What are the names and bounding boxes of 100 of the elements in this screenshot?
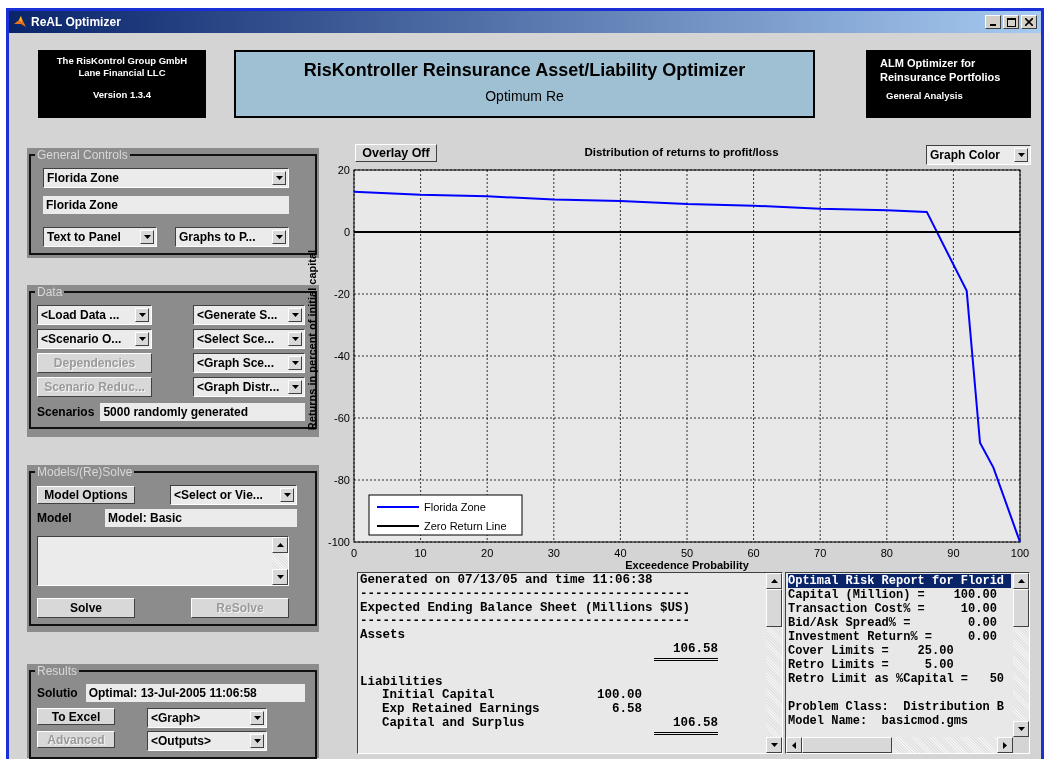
results-dropdown[interactable]: <Graph> (147, 708, 267, 728)
risk-report-line: Transaction Cost% = 10.00 (788, 602, 998, 616)
scroll-down-icon (1017, 727, 1025, 731)
product-text: General Analysis (885, 89, 964, 103)
close-icon (1025, 18, 1033, 26)
vendor-text: Lane Financial LLC (77, 67, 167, 79)
app-heading: RisKontroller Reinsurance Asset/Liability Optimizer (302, 60, 747, 81)
caret-icon (283, 493, 291, 497)
y-tick-label: -60 (334, 412, 350, 424)
x-tick-label: 10 (414, 547, 427, 559)
output-dropdown[interactable]: Graphs to P... (175, 227, 289, 247)
caret-icon (275, 176, 283, 180)
risk-report-listbox[interactable] (785, 572, 1030, 754)
report-total: 106.58 (673, 642, 718, 656)
x-tick-label: 60 (747, 547, 760, 559)
results-dropdown[interactable]: <Outputs> (147, 731, 267, 751)
maximize-button[interactable] (1003, 15, 1019, 29)
caret-icon (291, 337, 299, 341)
risk-report-line: Investment Return% = 0.00 (788, 630, 998, 644)
scroll-thumb[interactable] (1013, 589, 1029, 627)
overlay-button[interactable]: Overlay Off (355, 144, 437, 162)
scroll-down-icon (770, 743, 778, 747)
vendor-text: The RisKontrol Group GmbH (55, 55, 189, 67)
notes-textarea[interactable] (37, 536, 289, 586)
zone-dropdown[interactable]: Florida Zone (43, 168, 289, 188)
x-tick-label: 70 (814, 547, 827, 559)
x-tick-label: 50 (680, 547, 694, 559)
graph-color-dropdown[interactable]: Graph Color (926, 145, 1031, 165)
results-button[interactable]: To Excel (37, 708, 115, 725)
output-dropdown[interactable]: Text to Panel (43, 227, 157, 247)
x-tick-label: 30 (547, 547, 560, 559)
maximize-icon (1006, 17, 1016, 27)
x-tick-label: 80 (880, 547, 893, 559)
product-text: Reinsurance Portfolios (880, 70, 1002, 84)
panel-legend: Models/(Re)Solve (35, 465, 135, 479)
caret-icon (291, 361, 299, 365)
vendor-text: Version 1.3.4 (91, 89, 153, 101)
report-amount: 6.58 (612, 702, 642, 717)
caret-icon (253, 716, 261, 720)
y-tick-label: -100 (327, 536, 350, 548)
horizontal-scrollbar[interactable] (786, 737, 1029, 753)
app-subtitle: Optimum Re (484, 88, 565, 104)
scenarios-field[interactable]: 5000 randomly generated (100, 403, 305, 421)
panel-legend: Results (35, 664, 79, 678)
caret-icon (253, 739, 261, 743)
model-options-button[interactable]: Model Options (37, 486, 135, 504)
data-dropdown[interactable]: <Load Data ... (37, 305, 152, 325)
y-tick-label: 0 (343, 226, 350, 238)
x-tick-label: 20 (481, 547, 494, 559)
report-item-label: Exp Retained Earnings (381, 702, 540, 717)
solution-label: Solutio (37, 686, 78, 700)
scrollbar[interactable] (1013, 573, 1029, 737)
zone-field[interactable]: Florida Zone (43, 196, 289, 214)
model-dropdown[interactable]: <Select or Vie... (170, 485, 297, 505)
report-item-label: Initial Capital (381, 688, 495, 703)
report-line: -------------------------------------------- (360, 587, 692, 602)
scroll-up-icon (276, 543, 284, 547)
risk-report-line: Bid/Ask Spread% = 0.00 (788, 616, 998, 630)
caret-icon (291, 385, 299, 389)
risk-report-line: Retro Limits = 5.00 (788, 658, 955, 672)
x-tick-label: 90 (947, 547, 960, 559)
data-dropdown[interactable]: <Scenario O... (37, 329, 152, 349)
y-tick-label: 20 (337, 164, 350, 176)
caret-icon (138, 337, 146, 341)
report-amount: 100.00 (597, 688, 642, 703)
caret-icon (275, 235, 283, 239)
report-item-label: Capital and Surplus (381, 715, 525, 730)
caret-icon (138, 313, 146, 317)
minimize-button[interactable] (985, 15, 1001, 29)
scroll-down-icon (276, 575, 284, 579)
risk-report-line: Retro Limit as %Capital = 50 (788, 672, 1006, 686)
y-tick-label: -20 (334, 288, 350, 300)
caret-icon (1017, 153, 1025, 157)
scrollbar-corner (1013, 737, 1029, 753)
report-line: Assets (360, 629, 406, 643)
scrollbar[interactable] (766, 573, 782, 753)
product-text: ALM Optimizer for (880, 56, 977, 70)
scroll-thumb[interactable] (766, 589, 782, 627)
report-line: Generated on 07/13/05 and time 11:06:38 (360, 574, 654, 588)
model-field[interactable]: Model: Basic (105, 509, 297, 527)
data-dropdown[interactable]: <Graph Distr... (193, 377, 305, 397)
scenarios-label: Scenarios (37, 405, 95, 419)
solve-button[interactable]: Solve (37, 598, 135, 618)
scroll-left-icon (792, 741, 796, 749)
data-dropdown[interactable]: <Generate S... (193, 305, 305, 325)
y-tick-label: -40 (334, 350, 350, 362)
scroll-up-icon (770, 579, 778, 583)
legend-label: Zero Return Line (424, 520, 507, 532)
data-dropdown[interactable]: <Graph Sce... (193, 353, 305, 373)
data-dropdown[interactable]: <Select Sce... (193, 329, 305, 349)
risk-report-line: Model Name: basicmod.gms (788, 714, 970, 728)
solution-field[interactable]: Optimal: 13-Jul-2005 11:06:58 (85, 684, 305, 702)
x-tick-label: 40 (614, 547, 627, 559)
y-tick-label: -80 (334, 474, 350, 486)
risk-report-line: Cover Limits = 25.00 (788, 644, 955, 658)
chart-title: Distribution of returns to profit/loss (583, 146, 780, 158)
report-listbox[interactable] (357, 572, 783, 754)
close-button[interactable] (1021, 15, 1037, 29)
scrollbar[interactable] (272, 537, 288, 585)
window-title: ReAL Optimizer (31, 15, 121, 29)
